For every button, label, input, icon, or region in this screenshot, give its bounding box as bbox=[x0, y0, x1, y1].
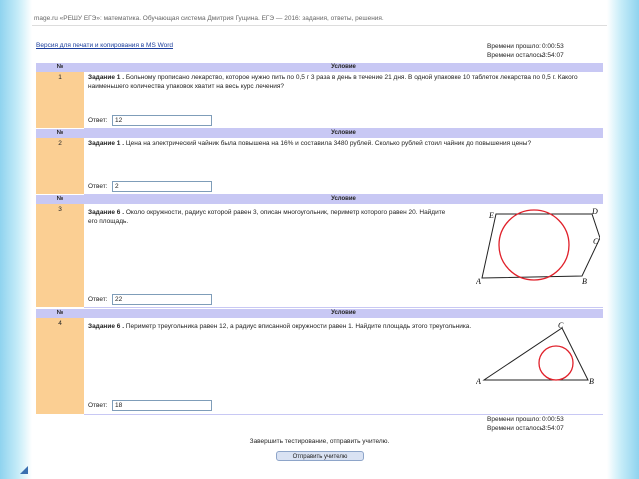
task-text: Задание 6 . Периметр треугольника равен … bbox=[88, 322, 483, 331]
column-condition-header: Условие bbox=[331, 310, 356, 316]
vertex-label-a: A bbox=[476, 377, 481, 386]
task-text: Задание 1 . Больному прописано лекарство… bbox=[88, 73, 598, 91]
answer-label: Ответ: bbox=[88, 183, 108, 190]
answer-label: Ответ: bbox=[88, 296, 108, 303]
elapsed-label: Времени прошло: bbox=[487, 43, 541, 50]
table-header: № Условие bbox=[36, 195, 603, 204]
column-condition-header: Условие bbox=[331, 64, 356, 70]
triangle-shape bbox=[482, 327, 589, 381]
print-version-link[interactable]: Версия для печати и копирования в MS Wor… bbox=[36, 42, 173, 49]
task-statement: Около окружности, радиус которой равен 3… bbox=[88, 209, 446, 225]
vertex-label-a: A bbox=[476, 277, 481, 286]
table-header: № Условие bbox=[36, 63, 603, 72]
task-title: Задание 6 . bbox=[88, 323, 124, 330]
answer-input[interactable] bbox=[112, 181, 212, 192]
remaining-value: 3:54:07 bbox=[542, 425, 564, 432]
task-title: Задание 6 . bbox=[88, 209, 124, 216]
elapsed-label: Времени прошло: bbox=[487, 416, 541, 423]
elapsed-value: 0:00:53 bbox=[542, 43, 564, 50]
triangle-figure: C A B bbox=[476, 321, 594, 386]
task-content: Задание 1 . Цена на электрический чайник… bbox=[84, 138, 603, 195]
remaining-value: 3:54:07 bbox=[542, 52, 564, 59]
answer-label: Ответ: bbox=[88, 117, 108, 124]
task-number: 2 bbox=[36, 138, 84, 194]
vertex-label-d: D bbox=[591, 207, 598, 216]
task-content: Задание 6 . Около окружности, радиус кот… bbox=[84, 204, 603, 308]
answer-label: Ответ: bbox=[88, 402, 108, 409]
task-statement: Периметр треугольника равен 12, а радиус… bbox=[125, 323, 472, 330]
resize-grip-icon bbox=[20, 466, 28, 474]
table-header: № Условие bbox=[36, 129, 603, 138]
table-header: № Условие bbox=[36, 309, 603, 318]
elapsed-value: 0:00:53 bbox=[542, 416, 564, 423]
remaining-label: Времени осталось: bbox=[487, 425, 545, 432]
task-title: Задание 1 . bbox=[88, 74, 124, 81]
task-statement: Больному прописано лекарство, которое ну… bbox=[88, 74, 578, 90]
task-text: Задание 6 . Около окружности, радиус кот… bbox=[88, 208, 453, 226]
inscribed-circle bbox=[538, 345, 574, 381]
task-content: Задание 6 . Периметр треугольника равен … bbox=[84, 318, 603, 415]
vertex-label-c: C bbox=[593, 237, 599, 246]
vertex-label-b: B bbox=[582, 277, 587, 286]
page: mage.ru «РЕШУ ЕГЭ»: математика. Обучающа… bbox=[32, 0, 607, 479]
answer-input[interactable] bbox=[112, 294, 212, 305]
task-number: 3 bbox=[36, 204, 84, 307]
column-number-header: № bbox=[56, 196, 64, 202]
timer-bottom: Времени прошло: 0:00:53 Времени осталось… bbox=[487, 415, 564, 433]
task-title: Задание 1 . bbox=[88, 140, 124, 147]
task-statement: Цена на электрический чайник была повыше… bbox=[125, 140, 532, 147]
column-number-header: № bbox=[56, 130, 64, 136]
vertex-label-e: E bbox=[488, 211, 494, 220]
column-condition-header: Условие bbox=[331, 196, 356, 202]
answer-input[interactable] bbox=[112, 115, 212, 126]
vertex-label-c: C bbox=[558, 321, 564, 330]
finish-test-text: Завершить тестирование, отправить учител… bbox=[249, 438, 390, 445]
task-number: 4 bbox=[36, 318, 84, 414]
task-text: Задание 1 . Цена на электрический чайник… bbox=[88, 139, 598, 148]
column-number-header: № bbox=[56, 64, 64, 70]
inscribed-circle bbox=[498, 209, 570, 281]
timer-top: Времени прошло: 0:00:53 Времени осталось… bbox=[487, 42, 564, 60]
remaining-label: Времени осталось: bbox=[487, 52, 545, 59]
vertex-label-b: B bbox=[589, 377, 594, 386]
task-content: Задание 1 . Больному прописано лекарство… bbox=[84, 72, 603, 129]
browser-tab-title: mage.ru «РЕШУ ЕГЭ»: математика. Обучающа… bbox=[32, 12, 607, 26]
polygon-figure: E D C A B bbox=[476, 207, 600, 286]
column-number-header: № bbox=[56, 310, 64, 316]
column-condition-header: Условие bbox=[331, 130, 356, 136]
polygon-shape bbox=[481, 213, 600, 279]
answer-input[interactable] bbox=[112, 400, 212, 411]
send-to-teacher-button[interactable]: Отправить учителю bbox=[276, 451, 364, 461]
task-number: 1 bbox=[36, 72, 84, 128]
